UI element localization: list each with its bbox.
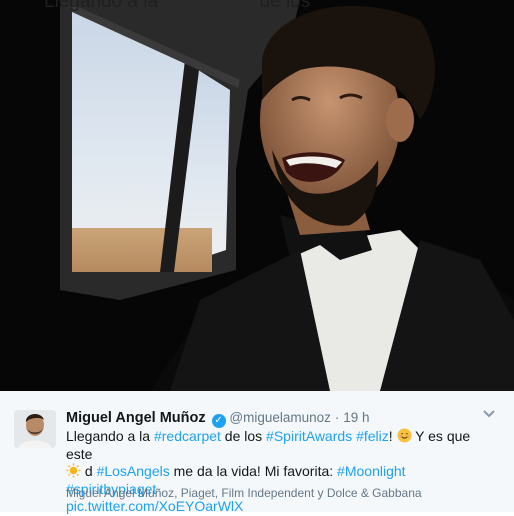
hashtag-feliz[interactable]: #feliz (356, 428, 389, 444)
smiling-face-emoji-icon (397, 428, 412, 443)
tweet-text: Llegando a la #redcarpet de los #SpiritA… (66, 428, 471, 514)
photo-caption-cutoff: Llegando a la #redcarpet de los (44, 0, 311, 12)
author-handle[interactable]: @miguelamunoz (229, 410, 331, 425)
avatar[interactable] (14, 410, 56, 448)
hashtag-losangels[interactable]: #LosAngels (97, 463, 170, 479)
separator: · (334, 410, 340, 425)
verified-badge-icon: ✓ (211, 414, 226, 428)
sun-emoji-icon (66, 463, 81, 478)
hashtag-moonlight[interactable]: #Moonlight (337, 463, 406, 479)
tweet-photo[interactable]: Llegando a la #redcarpet de los (0, 0, 514, 391)
hashtag-spiritawards[interactable]: #SpiritAwards (266, 428, 352, 444)
tweet-card[interactable]: Miguel Angel Muñoz ✓ @miguelamunoz · 19 … (0, 391, 514, 514)
chevron-down-icon[interactable] (482, 409, 496, 419)
tweet-time[interactable]: 19 h (343, 410, 369, 425)
author-name[interactable]: Miguel Angel Muñoz (66, 410, 206, 426)
hashtag-redcarpet[interactable]: #redcarpet (154, 428, 221, 444)
tagged-people[interactable]: Miguel Angel Muñoz, Piaget, Film Indepen… (66, 486, 422, 500)
tweet-header: Miguel Angel Muñoz ✓ @miguelamunoz · 19 … (66, 409, 369, 428)
